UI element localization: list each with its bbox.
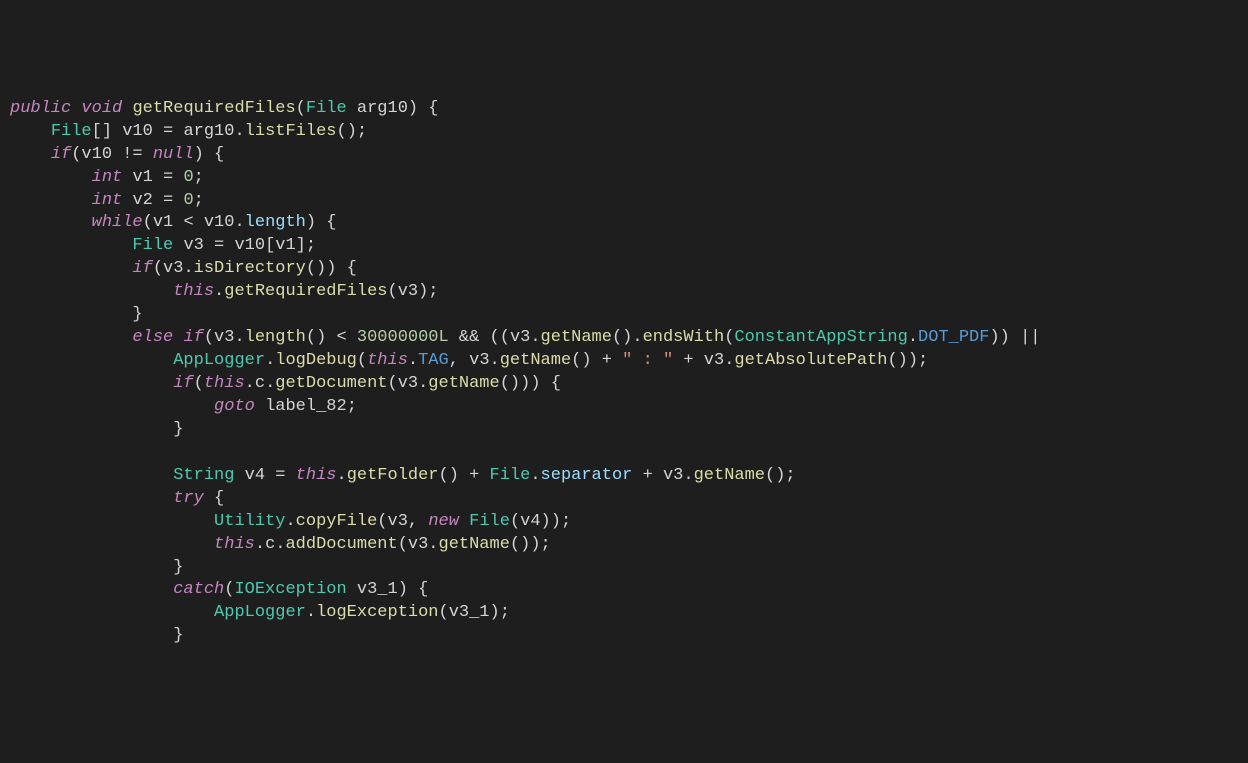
method-call: getFolder <box>347 466 439 485</box>
code-line: if(this.c.getDocument(v3.getName())) { <box>10 374 561 393</box>
method-call: getDocument <box>275 374 387 393</box>
number-literal: 30000000L <box>357 328 449 347</box>
code-line: } <box>10 558 183 577</box>
type-name: File <box>132 236 173 255</box>
keyword-null: null <box>153 145 194 164</box>
keyword-new: new <box>428 512 459 531</box>
keyword-this: this <box>214 535 255 554</box>
method-call: getRequiredFiles <box>224 282 387 301</box>
code-editor[interactable]: public void getRequiredFiles(File arg10)… <box>10 98 1238 649</box>
class-name: AppLogger <box>214 603 306 622</box>
type-name: String <box>173 466 234 485</box>
code-line: goto label_82; <box>10 397 357 416</box>
keyword-while: while <box>92 213 143 232</box>
keyword-if: if <box>51 145 71 164</box>
keyword-try: try <box>173 489 204 508</box>
code-line: while(v1 < v10.length) { <box>10 213 337 232</box>
keyword-void: void <box>81 99 122 118</box>
keyword-if: if <box>173 374 193 393</box>
number-literal: 0 <box>183 191 193 210</box>
code-line: AppLogger.logDebug(this.TAG, v3.getName(… <box>10 351 928 370</box>
method-call: isDirectory <box>194 259 306 278</box>
label-name: label_82 <box>265 397 347 416</box>
number-literal: 0 <box>183 168 193 187</box>
keyword-if: if <box>132 259 152 278</box>
method-call: logDebug <box>275 351 357 370</box>
code-line: if(v10 != null) { <box>10 145 224 164</box>
keyword-catch: catch <box>173 580 224 599</box>
class-name: AppLogger <box>173 351 265 370</box>
code-line: try { <box>10 489 224 508</box>
keyword-this: this <box>173 282 214 301</box>
method-call: listFiles <box>245 122 337 141</box>
function-name: getRequiredFiles <box>132 99 295 118</box>
code-line: } <box>10 305 143 324</box>
code-line: Utility.copyFile(v3, new File(v4)); <box>10 512 571 531</box>
code-line: if(v3.isDirectory()) { <box>10 259 357 278</box>
keyword-this: this <box>367 351 408 370</box>
code-line: else if(v3.length() < 30000000L && ((v3.… <box>10 328 1040 347</box>
class-name: ConstantAppString <box>734 328 907 347</box>
constant-property: DOT_PDF <box>918 328 989 347</box>
keyword-else: else <box>132 328 173 347</box>
code-line: int v2 = 0; <box>10 191 204 210</box>
method-call: copyFile <box>296 512 378 531</box>
type-name: File <box>306 99 347 118</box>
method-call: addDocument <box>285 535 397 554</box>
code-line: } <box>10 626 183 645</box>
code-line: this.getRequiredFiles(v3); <box>10 282 439 301</box>
keyword-this: this <box>296 466 337 485</box>
code-line: catch(IOException v3_1) { <box>10 580 428 599</box>
code-line: int v1 = 0; <box>10 168 204 187</box>
type-name: IOException <box>234 580 346 599</box>
code-line: this.c.addDocument(v3.getName()); <box>10 535 551 554</box>
property-name: length <box>245 213 306 232</box>
method-call: length <box>245 328 306 347</box>
code-line: AppLogger.logException(v3_1); <box>10 603 510 622</box>
keyword-if: if <box>183 328 203 347</box>
class-name: Utility <box>214 512 285 531</box>
type-name: File <box>51 122 92 141</box>
string-literal: " : " <box>622 351 673 370</box>
keyword-int: int <box>92 168 123 187</box>
code-line: File v3 = v10[v1]; <box>10 236 316 255</box>
method-call: logException <box>316 603 438 622</box>
keyword-int: int <box>92 191 123 210</box>
keyword-this: this <box>204 374 245 393</box>
code-line: String v4 = this.getFolder() + File.sepa… <box>10 466 796 485</box>
code-line: public void getRequiredFiles(File arg10)… <box>10 99 439 118</box>
code-line: } <box>10 420 183 439</box>
code-line: File[] v10 = arg10.listFiles(); <box>10 122 367 141</box>
param-name: arg10 <box>357 99 408 118</box>
keyword-public: public <box>10 99 71 118</box>
keyword-goto: goto <box>214 397 255 416</box>
